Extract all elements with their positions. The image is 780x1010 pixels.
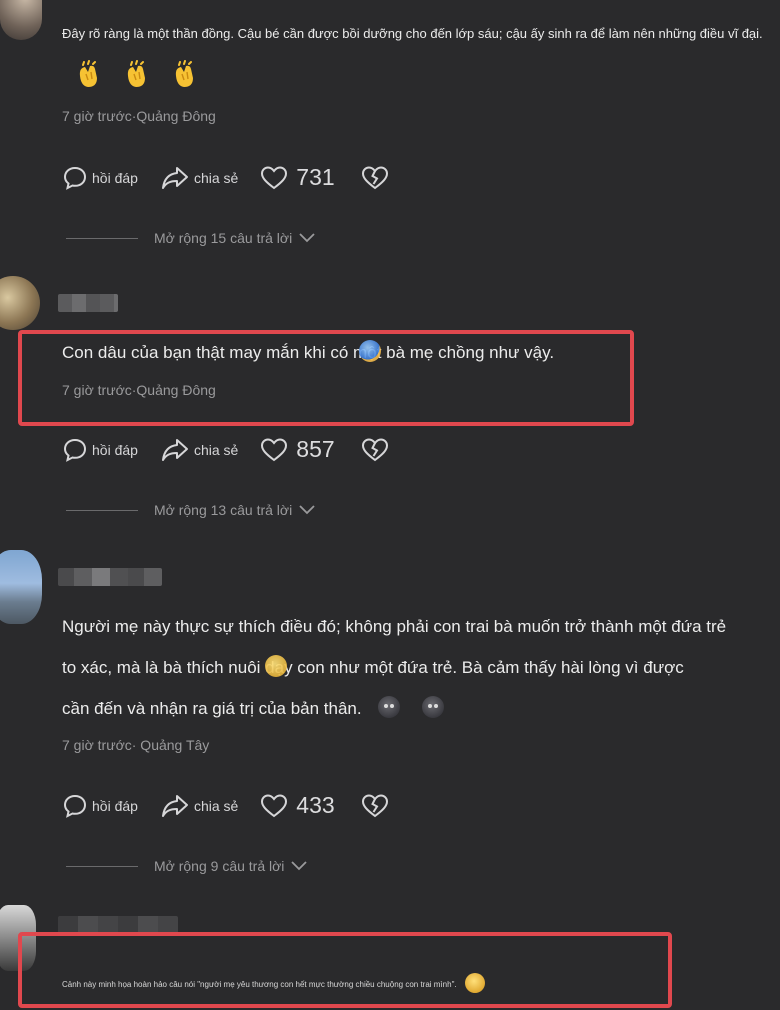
comment-actions: hồi đáp chia sẻ 731 <box>62 164 389 191</box>
emoji-row <box>74 60 200 90</box>
avatar[interactable] <box>0 0 42 40</box>
chevron-down-icon <box>291 861 308 871</box>
divider <box>66 509 138 511</box>
reply-bubble-icon <box>63 794 87 818</box>
like-button[interactable] <box>260 165 292 191</box>
heart-icon <box>261 165 288 189</box>
broken-heart-icon[interactable] <box>361 437 389 463</box>
comment-line: cần đến và nhận ra giá trị của bản thân. <box>62 688 752 729</box>
avatar[interactable] <box>0 276 40 330</box>
clapping-hands-icon <box>74 60 104 90</box>
clapping-hands-icon <box>170 60 200 90</box>
reply-bubble-icon <box>63 166 87 190</box>
avatar[interactable] <box>0 550 42 624</box>
like-button[interactable] <box>260 437 292 463</box>
comment-line: to xác, mà là bà thích nuôi dạy con như … <box>62 647 752 688</box>
share-button[interactable]: chia sẻ <box>160 165 238 191</box>
expand-replies[interactable]: Mở rộng 9 câu trả lời <box>66 858 308 874</box>
reply-label: hồi đáp <box>92 797 138 814</box>
like-count: 433 <box>296 792 335 818</box>
comment-text: Đây rõ ràng là một thần đồng. Cậu bé cần… <box>62 26 763 41</box>
like-button[interactable] <box>260 793 292 819</box>
comment-meta: 7 giờ trước·Quảng Đông <box>62 108 216 124</box>
reply-button[interactable]: hồi đáp <box>62 165 138 191</box>
comment-text: Người mẹ này thực sự thích điều đó; khôn… <box>62 606 752 729</box>
reply-label: hồi đáp <box>92 169 138 186</box>
expand-replies[interactable]: Mở rộng 15 câu trả lời <box>66 230 316 246</box>
emoji-icon <box>264 655 287 677</box>
share-label: chia sẻ <box>193 169 239 186</box>
expand-label: Mở rộng 15 câu trả lời <box>154 230 293 246</box>
chevron-down-icon <box>299 233 315 243</box>
like-count: 857 <box>296 436 335 462</box>
share-button[interactable]: chia sẻ <box>160 793 238 819</box>
broken-heart-icon[interactable] <box>361 165 389 191</box>
highlight-box <box>18 330 634 426</box>
heart-icon <box>261 437 288 461</box>
comment-text-part: ạy con như một đứa trẻ. Bà cảm thấy hài … <box>274 658 684 677</box>
username-blurred[interactable] <box>58 294 118 312</box>
share-arrow-icon <box>161 166 188 189</box>
username-blurred[interactable] <box>58 568 162 586</box>
reply-button[interactable]: hồi đáp <box>62 793 138 819</box>
expand-label: Mở rộng 13 câu trả lời <box>154 502 293 518</box>
like-count: 731 <box>296 164 335 190</box>
share-arrow-icon <box>161 794 188 817</box>
expand-label: Mở rộng 9 câu trả lời <box>154 858 285 874</box>
heart-icon <box>261 793 288 817</box>
reply-button[interactable]: hồi đáp <box>62 437 138 463</box>
divider <box>66 237 138 239</box>
expand-replies[interactable]: Mở rộng 13 câu trả lời <box>66 502 316 518</box>
comment-actions: hồi đáp chia sẻ 433 <box>62 792 389 819</box>
highlight-box <box>18 932 672 1008</box>
share-arrow-icon <box>161 438 188 461</box>
reply-bubble-icon <box>63 438 87 462</box>
share-label: chia sẻ <box>193 797 239 814</box>
comment-line: Người mẹ này thực sự thích điều đó; khôn… <box>62 617 727 636</box>
reply-label: hồi đáp <box>92 441 138 458</box>
broken-heart-icon[interactable] <box>361 793 389 819</box>
comment-actions: hồi đáp chia sẻ 857 <box>62 436 389 463</box>
comment-text-part: cần đến và nhận ra giá trị của bản thân. <box>62 699 362 718</box>
comment-text-part: to xác, mà là bà thích nuôi d <box>62 658 275 677</box>
divider <box>66 865 138 867</box>
chevron-down-icon <box>299 505 315 515</box>
emoji-icon <box>377 696 400 718</box>
share-label: chia sẻ <box>193 441 239 458</box>
comment-meta: 7 giờ trước· Quảng Tây <box>62 737 210 753</box>
emoji-icon <box>421 696 444 718</box>
share-button[interactable]: chia sẻ <box>160 437 238 463</box>
clapping-hands-icon <box>122 60 152 90</box>
